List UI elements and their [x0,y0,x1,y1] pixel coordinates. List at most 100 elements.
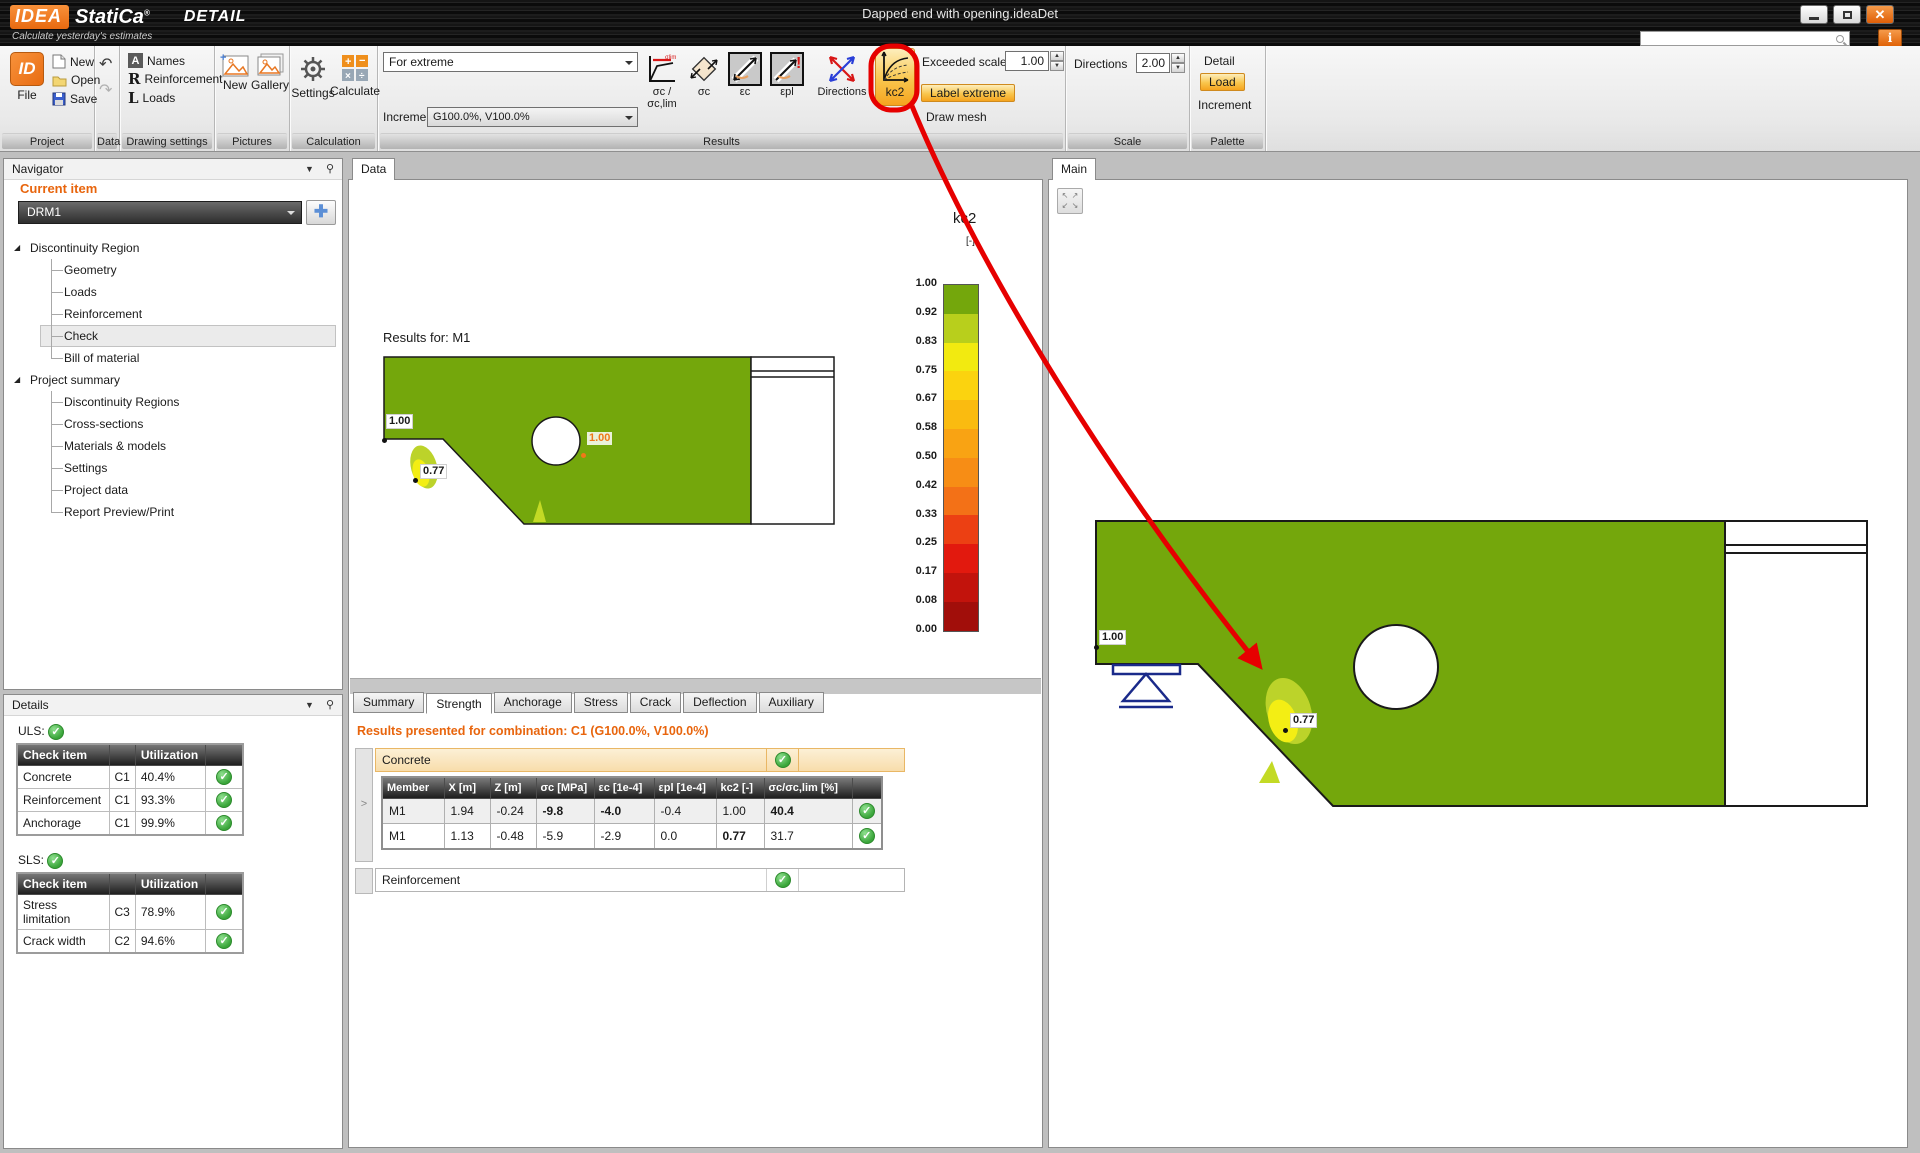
undo-button[interactable]: ↶ [99,54,112,74]
palette-detail-option[interactable]: Detail [1204,54,1235,68]
contour-plot-main[interactable] [1089,515,1889,817]
tab-anchorage[interactable]: Anchorage [494,692,572,713]
scale-tick: 0.67 [887,392,937,404]
nav-item-report-preview-print[interactable]: Report Preview/Print [40,501,336,523]
concrete-section-row[interactable]: Concrete ✓ [375,748,905,772]
tab-summary[interactable]: Summary [353,692,424,713]
file-button[interactable]: ID File [7,52,47,102]
spin-up-icon[interactable]: ▲ [1050,51,1064,61]
search-icon[interactable] [1836,35,1844,43]
redo-button[interactable]: ↷ [99,80,112,100]
uls-table: Check itemUtilization ConcreteC140.4%✓ R… [16,743,244,836]
directions-value[interactable]: 2.00 [1136,53,1170,73]
pass-icon: ✓ [775,872,791,888]
increment-select[interactable]: G100.0%, V100.0% [427,107,638,127]
tab-data[interactable]: Data [352,158,395,180]
sigma-c-button[interactable]: σc [684,52,724,98]
reinforcement-toggle[interactable]: R Reinforcement [128,72,223,86]
group-label-calculation: Calculation [292,133,375,149]
spin-down-icon[interactable]: ▼ [1050,61,1064,71]
reinforcement-expander[interactable] [355,868,373,894]
value-point [1094,645,1099,650]
loads-toggle[interactable]: L Loads [128,91,175,105]
picture-gallery-button[interactable]: Gallery [252,52,288,114]
eps-pl-button[interactable]: ! εpl [767,52,807,98]
search-box [1640,31,1850,46]
new-doc-icon [52,54,66,69]
tab-crack[interactable]: Crack [630,692,681,713]
nav-item-settings[interactable]: Settings [40,457,336,479]
tab-deflection[interactable]: Deflection [683,692,756,713]
pin-icon[interactable]: ⚲ [326,695,334,715]
nav-item-discontinuity-region[interactable]: ◢Discontinuity Region [4,237,338,259]
contour-plot-small[interactable] [377,352,849,534]
current-item-select[interactable]: DRM1 [18,201,302,224]
settings-button[interactable]: Settings [292,54,334,100]
kc2-button[interactable]: kc2 [875,48,915,106]
open-button[interactable]: Open [52,73,100,87]
tab-strength[interactable]: Strength [426,693,491,714]
palette-load-option[interactable]: Load [1200,73,1245,91]
nav-item-reinforcement[interactable]: Reinforcement [40,303,336,325]
expand-triangle-icon[interactable]: ◢ [14,369,20,391]
nav-item-project-summary[interactable]: ◢Project summary [4,369,338,391]
calculate-button[interactable]: + − × ÷ Calculate [334,54,376,98]
save-button[interactable]: Save [52,92,97,106]
eps-c-button[interactable]: εc [725,52,765,98]
label-extreme-toggle[interactable]: Label extreme [921,84,1015,102]
table-row[interactable]: M1 1.13 -0.48 -5.9 -2.9 0.0 0.77 31.7 ✓ [382,824,882,850]
minimize-button[interactable] [1800,5,1828,24]
table-row[interactable]: AnchorageC199.9%✓ [17,812,243,836]
collapse-icon[interactable]: ▼ [305,695,314,715]
nav-item-geometry[interactable]: Geometry [40,259,336,281]
exceeded-scale-value[interactable]: 1.00 [1005,51,1049,71]
table-row[interactable]: Crack widthC294.6%✓ [17,930,243,954]
palette-increment-option[interactable]: Increment [1198,98,1251,112]
maximize-button[interactable] [1833,5,1861,24]
close-button[interactable]: ✕ [1866,5,1894,24]
reinforcement-section-row[interactable]: Reinforcement ✓ [375,868,905,892]
table-row[interactable]: ReinforcementC193.3%✓ [17,789,243,812]
nav-item-check[interactable]: Check [40,325,336,347]
nav-item-materials-models[interactable]: Materials & models [40,435,336,457]
picture-new-button[interactable]: + New [217,52,253,114]
statica-logo: StatiCa [75,6,144,28]
fit-view-button[interactable]: ↖↗↙↘ [1057,188,1083,214]
result-tabs: Summary Strength Anchorage Stress Crack … [353,692,824,713]
exceeded-scale-label: Exceeded scale [922,55,1007,69]
pin-icon[interactable]: ⚲ [326,159,334,179]
new-button[interactable]: New [52,54,94,69]
nav-item-discontinuity-regions[interactable]: Discontinuity Regions [40,391,336,413]
results-for-label: Results for: M1 [383,330,470,345]
collapse-icon[interactable]: ▼ [305,159,314,179]
tab-stress[interactable]: Stress [574,692,628,713]
ribbon: ID File New Open Save Project ↶ ↷ Data A… [0,46,1920,152]
document-title: Dapped end with opening.ideaDet [0,6,1920,21]
table-row[interactable]: ConcreteC140.4%✓ [17,766,243,789]
nav-item-bill-of-material[interactable]: Bill of material [40,347,336,369]
color-scale-bar [943,284,979,632]
tab-main[interactable]: Main [1052,158,1096,180]
sigma-c-icon [687,52,721,86]
spin-up-icon[interactable]: ▲ [1171,53,1185,63]
eps-c-icon [728,52,762,86]
table-row[interactable]: Stress limitationC378.9%✓ [17,895,243,930]
names-toggle[interactable]: A Names [128,53,185,68]
spin-down-icon[interactable]: ▼ [1171,63,1185,73]
add-item-button[interactable]: ✚ [306,200,336,225]
nav-item-project-data[interactable]: Project data [40,479,336,501]
search-input[interactable] [1641,33,1836,45]
maximize-icon [1843,11,1852,19]
tab-auxiliary[interactable]: Auxiliary [759,692,824,713]
nav-item-cross-sections[interactable]: Cross-sections [40,413,336,435]
for-extreme-select[interactable]: For extreme [383,52,638,72]
sigma-ratio-button[interactable]: σlim σc / σc,lim [640,52,684,110]
nav-item-loads[interactable]: Loads [40,281,336,303]
table-row[interactable]: M1 1.94 -0.24 -9.8 -4.0 -0.4 1.00 40.4 ✓ [382,799,882,824]
directions-button[interactable]: Directions [812,52,872,98]
expand-triangle-icon[interactable]: ◢ [14,237,20,259]
scale-tick: 0.42 [887,479,937,491]
concrete-expander[interactable]: > [355,748,373,862]
info-button[interactable]: i [1878,29,1902,47]
draw-mesh-toggle[interactable]: Draw mesh [926,110,987,124]
